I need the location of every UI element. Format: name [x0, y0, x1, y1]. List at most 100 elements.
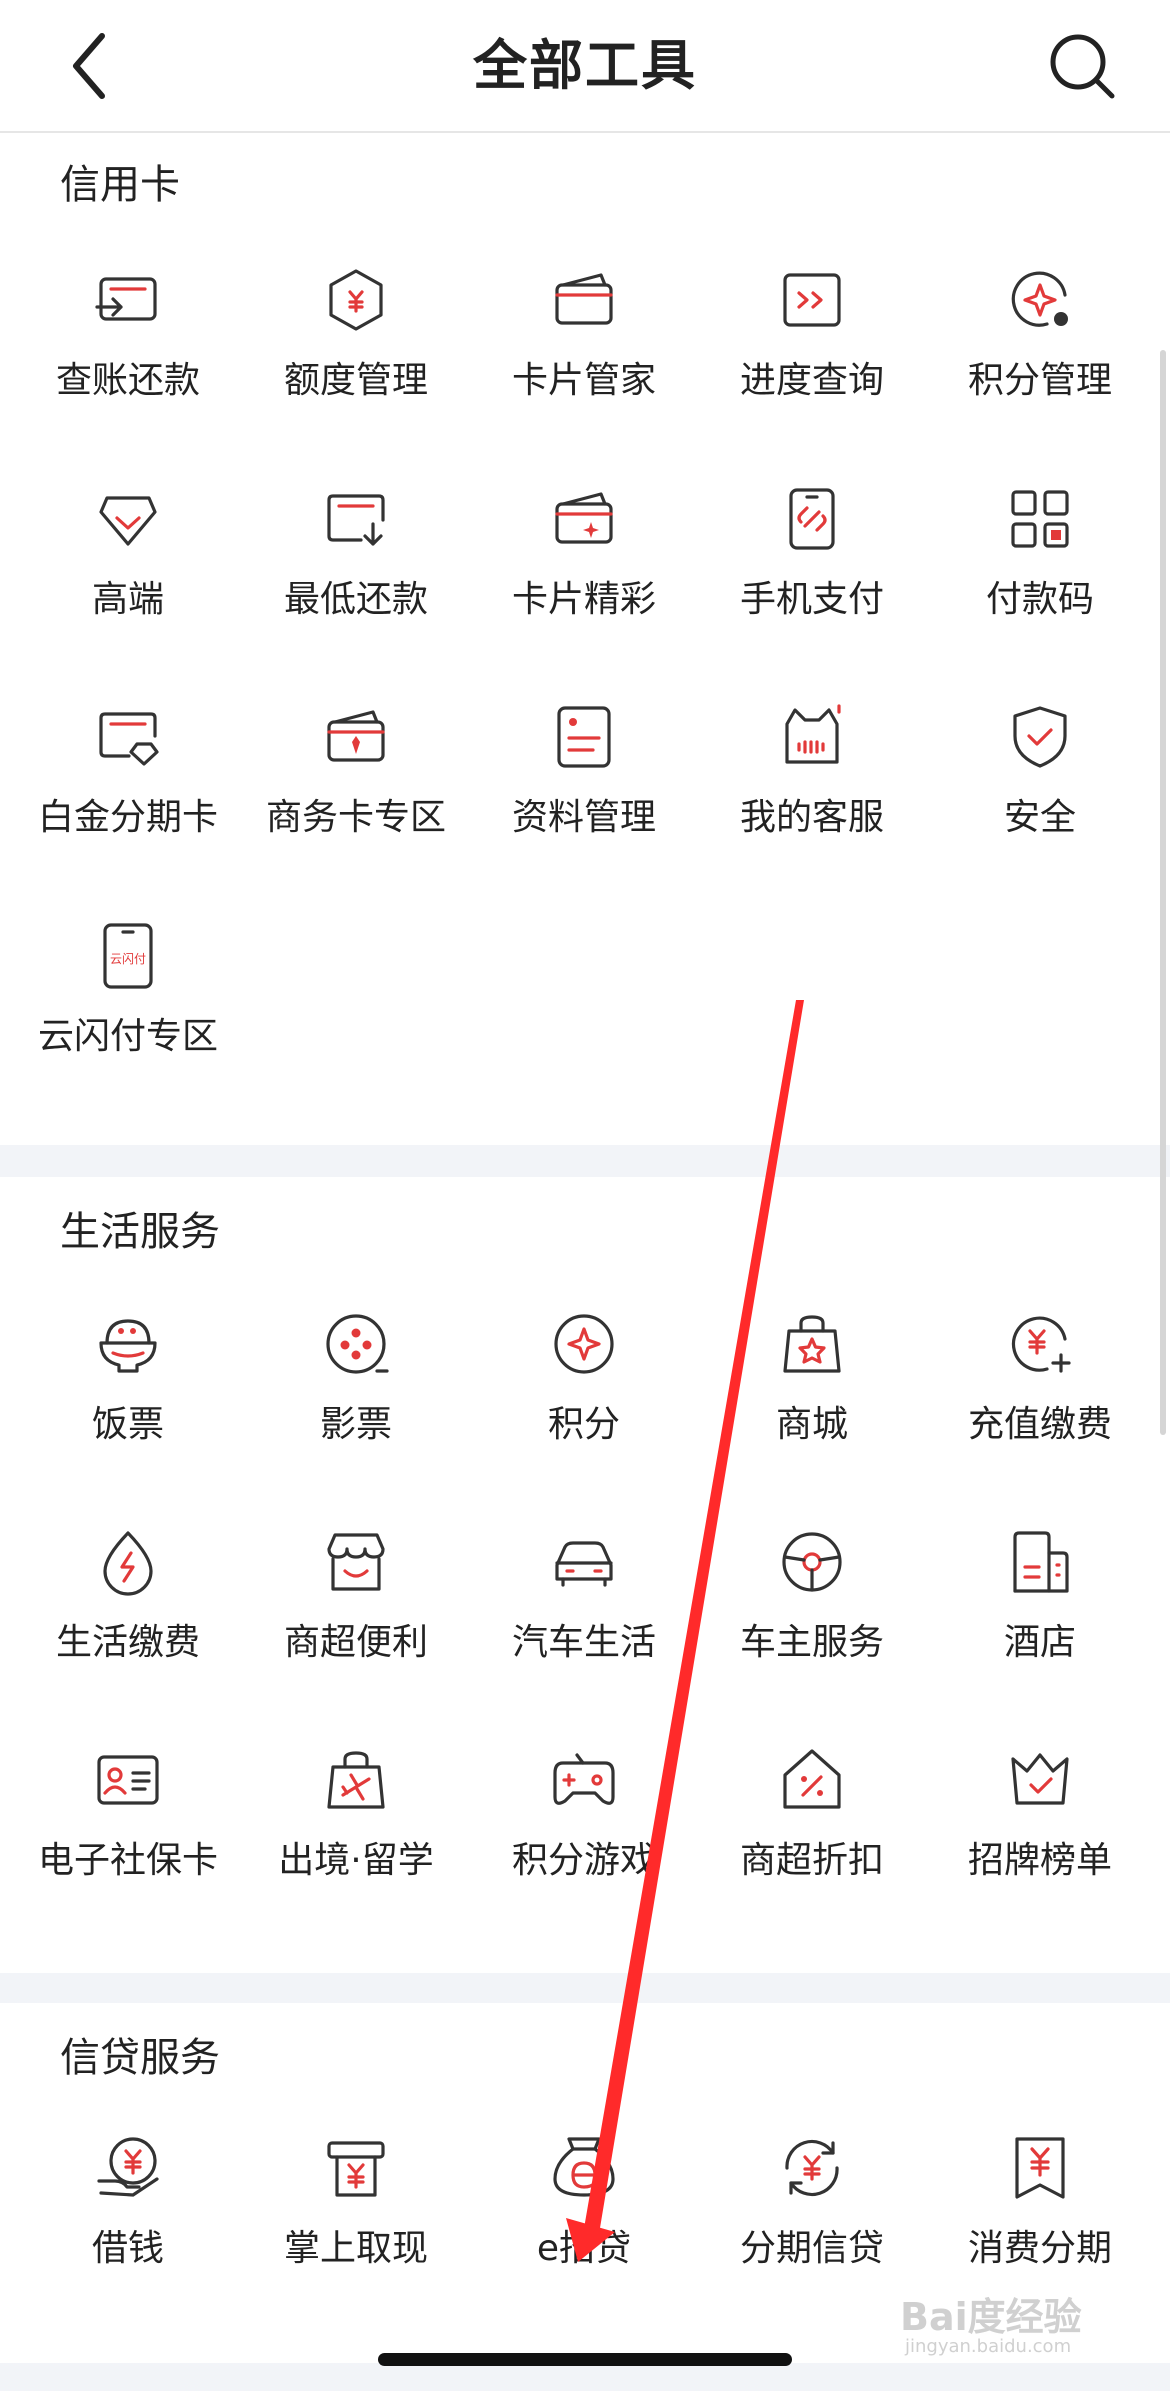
credit-limit-icon	[329, 269, 383, 331]
tool-label: 消费分期	[967, 2228, 1112, 2269]
tool-item-movie-ticket[interactable]: 影票	[242, 1309, 470, 1509]
car-owner-icon	[782, 1532, 842, 1592]
tool-item-bill-repay[interactable]: 查账还款	[14, 265, 242, 465]
tool-label: 积分管理	[967, 360, 1112, 401]
tool-item-utility-bill[interactable]: 生活缴费	[14, 1527, 242, 1727]
platinum-card-icon	[99, 712, 159, 766]
business-card-icon	[327, 710, 385, 762]
home-indicator[interactable]	[378, 2353, 792, 2366]
tool-item-credit-limit[interactable]: 额度管理	[242, 265, 470, 465]
tool-item-mall-bag[interactable]: 商城	[698, 1309, 926, 1509]
tool-item-car-life[interactable]: 汽车生活	[470, 1527, 698, 1727]
search-icon[interactable]	[1044, 28, 1120, 104]
supermarket-discount-icon	[783, 1749, 841, 1809]
tool-item-points-game[interactable]: 积分游戏	[470, 1745, 698, 1945]
tool-item-mobile-pay[interactable]: 手机支付	[698, 484, 926, 684]
tool-label: 商城	[775, 1404, 848, 1445]
tool-item-convenience-store[interactable]: 商超便利	[242, 1527, 470, 1727]
tool-item-e-loan-bag[interactable]: e招贷	[470, 2133, 698, 2333]
tool-label: 招牌榜单	[967, 1840, 1112, 1881]
section-divider	[0, 1145, 1170, 1177]
tool-item-points-manage[interactable]: 积分管理	[926, 265, 1154, 465]
unionpay-quickpass-icon: 云闪付	[103, 923, 153, 989]
tool-item-borrow-money[interactable]: 借钱	[14, 2133, 242, 2333]
tool-label: 车主服务	[739, 1622, 884, 1663]
tool-label: 卡片精彩	[511, 579, 656, 620]
tool-label: 电子社保卡	[37, 1840, 218, 1881]
cash-withdraw-icon	[327, 2141, 385, 2197]
tool-label: 分期信贷	[739, 2228, 884, 2269]
tool-label: 高端	[91, 579, 164, 620]
tool-label: 白金分期卡	[37, 797, 218, 838]
tool-item-profile-manage[interactable]: 资料管理	[470, 702, 698, 902]
premium-diamond-icon	[99, 496, 157, 546]
tool-label: 生活缴费	[55, 1622, 200, 1663]
convenience-store-icon	[327, 1533, 385, 1591]
tool-label: 积分	[547, 1404, 620, 1445]
min-repay-icon	[327, 494, 385, 546]
tool-label: 掌上取现	[283, 2228, 428, 2269]
tool-item-card-manager[interactable]: 卡片管家	[470, 265, 698, 465]
tool-item-installment-loan[interactable]: 分期信贷	[698, 2133, 926, 2333]
tool-item-qr-pay-code[interactable]: 付款码	[926, 484, 1154, 684]
tool-label: 充值缴费	[967, 1404, 1112, 1445]
tool-item-card-highlights[interactable]: 卡片精彩	[470, 484, 698, 684]
points-icon	[554, 1314, 614, 1374]
tool-item-car-owner[interactable]: 车主服务	[698, 1527, 926, 1727]
progress-query-icon	[783, 273, 841, 327]
tool-label: 积分游戏	[511, 1840, 656, 1881]
tool-label: 商超便利	[283, 1622, 428, 1663]
tool-item-social-security-card[interactable]: 电子社保卡	[14, 1745, 242, 1945]
tool-item-business-card[interactable]: 商务卡专区	[242, 702, 470, 902]
installment-loan-icon	[785, 2139, 839, 2197]
tool-label: 酒店	[1003, 1622, 1076, 1663]
customer-service-icon	[785, 704, 841, 764]
watermark-url: jingyan.baidu.com	[905, 2336, 1072, 2357]
e-loan-bag-icon	[553, 2137, 615, 2197]
tool-label: 商超折扣	[739, 1840, 884, 1881]
tool-item-hotel[interactable]: 酒店	[926, 1527, 1154, 1727]
tool-item-premium-diamond[interactable]: 高端	[14, 484, 242, 684]
meal-ticket-icon	[99, 1319, 157, 1373]
top-navbar: 全部工具	[0, 0, 1170, 133]
consumer-installment-icon	[1015, 2137, 1065, 2199]
tool-item-recharge[interactable]: 充值缴费	[926, 1309, 1154, 1509]
tool-label: 汽车生活	[511, 1622, 656, 1663]
borrow-money-icon	[97, 2137, 159, 2197]
points-manage-icon	[1011, 271, 1068, 327]
tool-item-security-shield[interactable]: 安全	[926, 702, 1154, 902]
scrollbar[interactable]	[1160, 350, 1166, 1435]
card-highlights-icon	[555, 492, 613, 544]
tool-label: 额度管理	[283, 360, 428, 401]
points-game-icon	[553, 1753, 615, 1805]
tool-item-supermarket-discount[interactable]: 商超折扣	[698, 1745, 926, 1945]
tool-item-min-repay[interactable]: 最低还款	[242, 484, 470, 684]
tool-item-travel-study[interactable]: 出境·留学	[242, 1745, 470, 1945]
tool-label: 手机支付	[739, 579, 884, 620]
tool-label: 出境·留学	[278, 1840, 434, 1881]
tool-label: 我的客服	[739, 797, 884, 838]
tool-label: 影票	[319, 1404, 392, 1445]
tool-label: 云闪付专区	[37, 1016, 218, 1057]
tool-item-meal-ticket[interactable]: 饭票	[14, 1309, 242, 1509]
tool-item-unionpay-quickpass[interactable]: 云闪付 云闪付专区	[14, 921, 242, 1121]
watermark-logo: Bai度经验	[900, 2295, 1082, 2339]
profile-manage-icon	[557, 706, 611, 768]
qr-pay-code-icon	[1011, 490, 1069, 548]
section-title-credit-card: 信用卡	[60, 162, 180, 208]
movie-ticket-icon	[326, 1314, 389, 1374]
tool-item-progress-query[interactable]: 进度查询	[698, 265, 926, 465]
tool-label: 卡片管家	[511, 360, 656, 401]
tool-item-cash-withdraw[interactable]: 掌上取现	[242, 2133, 470, 2333]
recharge-icon	[1011, 1316, 1071, 1373]
tool-item-platinum-card[interactable]: 白金分期卡	[14, 702, 242, 902]
tool-label: 借钱	[91, 2228, 164, 2269]
mall-bag-icon	[783, 1315, 841, 1373]
bill-repay-icon	[95, 277, 157, 321]
tool-item-points[interactable]: 积分	[470, 1309, 698, 1509]
tool-item-customer-service[interactable]: 我的客服	[698, 702, 926, 902]
social-security-card-icon	[97, 1755, 159, 1805]
ranking-crown-icon	[1011, 1753, 1069, 1805]
tool-item-ranking-crown[interactable]: 招牌榜单	[926, 1745, 1154, 1945]
tool-label: 付款码	[985, 579, 1094, 620]
